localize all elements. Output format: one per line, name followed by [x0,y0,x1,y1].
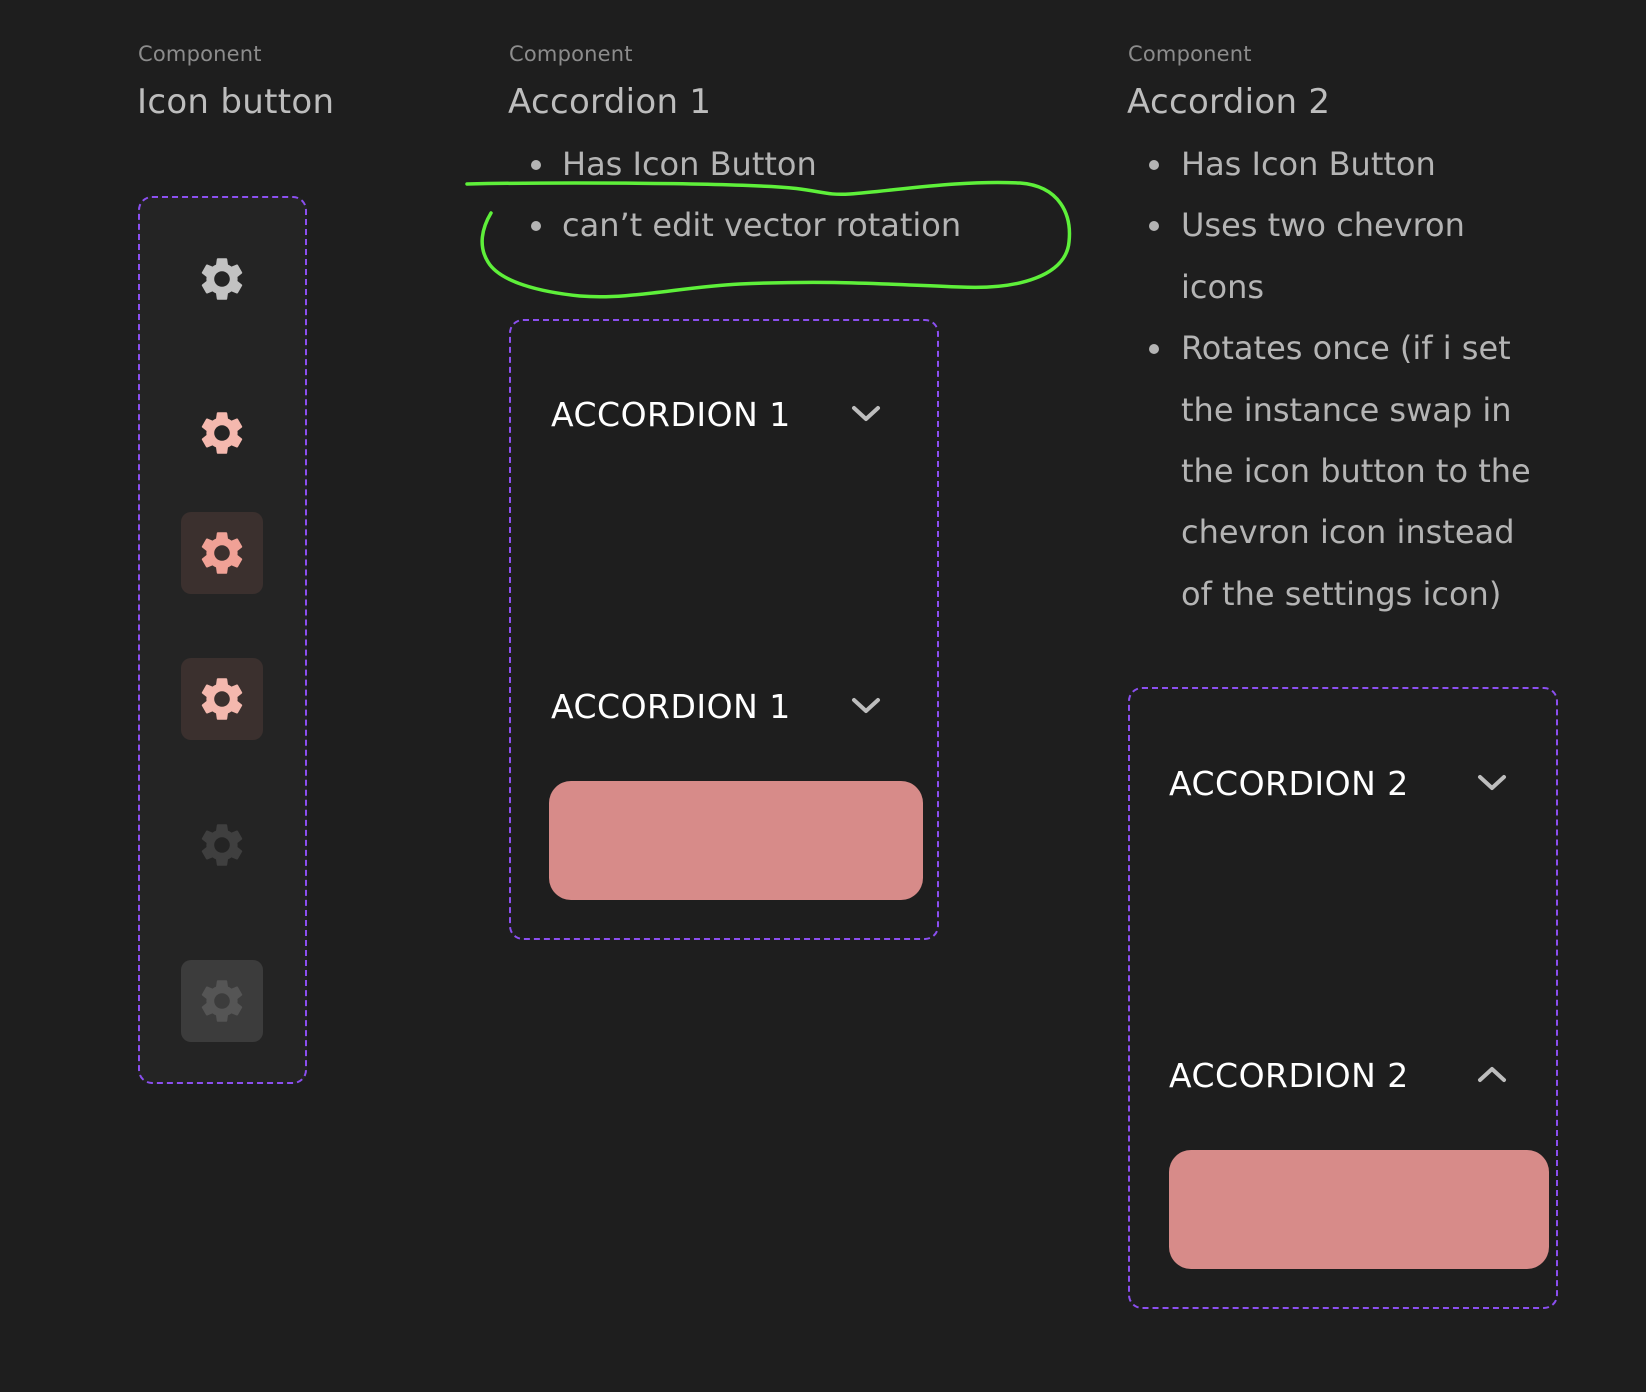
component-title-accordion-2[interactable]: Accordion 2 [1127,82,1330,122]
chevron-down-icon[interactable] [849,402,883,426]
gear-icon [201,412,243,454]
gear-icon [201,532,243,574]
note-item-continued: icons [1181,268,1265,306]
note-item-continued: the icon button to the [1181,452,1531,490]
gear-icon [201,824,243,866]
component-label: Component [1128,42,1252,66]
note-item: Has Icon Button [1181,145,1436,183]
bullet-dot [1149,160,1159,170]
icon-button-default[interactable] [181,238,263,320]
accordion-1-header-expanded[interactable]: ACCORDION 1 [551,687,791,727]
accordion-2-header-collapsed[interactable]: ACCORDION 2 [1169,764,1409,804]
icon-button-active[interactable] [181,512,263,594]
gear-icon [201,678,243,720]
component-title-accordion-1[interactable]: Accordion 1 [508,82,711,122]
icon-button-disabled-filled[interactable] [181,960,263,1042]
note-item: can’t edit vector rotation [562,206,962,244]
gear-icon [201,980,243,1022]
bullet-dot [531,221,541,231]
bullet-dot [1149,221,1159,231]
icon-button-focused[interactable] [181,658,263,740]
note-item-continued: chevron icon instead [1181,513,1515,551]
gear-icon [201,258,243,300]
chevron-up-icon[interactable] [1475,1062,1509,1086]
note-item: Has Icon Button [562,145,817,183]
note-item-continued: the instance swap in [1181,391,1512,429]
note-item: Uses two chevron [1181,206,1465,244]
icon-button-hover[interactable] [181,392,263,474]
accordion-1-content-panel [549,781,923,900]
component-label: Component [138,42,262,66]
component-title-icon-button[interactable]: Icon button [137,82,334,122]
bullet-dot [1149,344,1159,354]
chevron-down-icon[interactable] [849,694,883,718]
chevron-down-icon[interactable] [1475,771,1509,795]
note-item-continued: of the settings icon) [1181,575,1502,613]
icon-button-component-set[interactable] [138,196,307,1084]
icon-button-disabled[interactable] [181,804,263,886]
component-label: Component [509,42,633,66]
note-item: Rotates once (if i set [1181,329,1511,367]
accordion-2-header-expanded[interactable]: ACCORDION 2 [1169,1056,1409,1096]
accordion-1-header-collapsed[interactable]: ACCORDION 1 [551,395,791,435]
bullet-dot [531,160,541,170]
accordion-2-content-panel [1169,1150,1549,1269]
